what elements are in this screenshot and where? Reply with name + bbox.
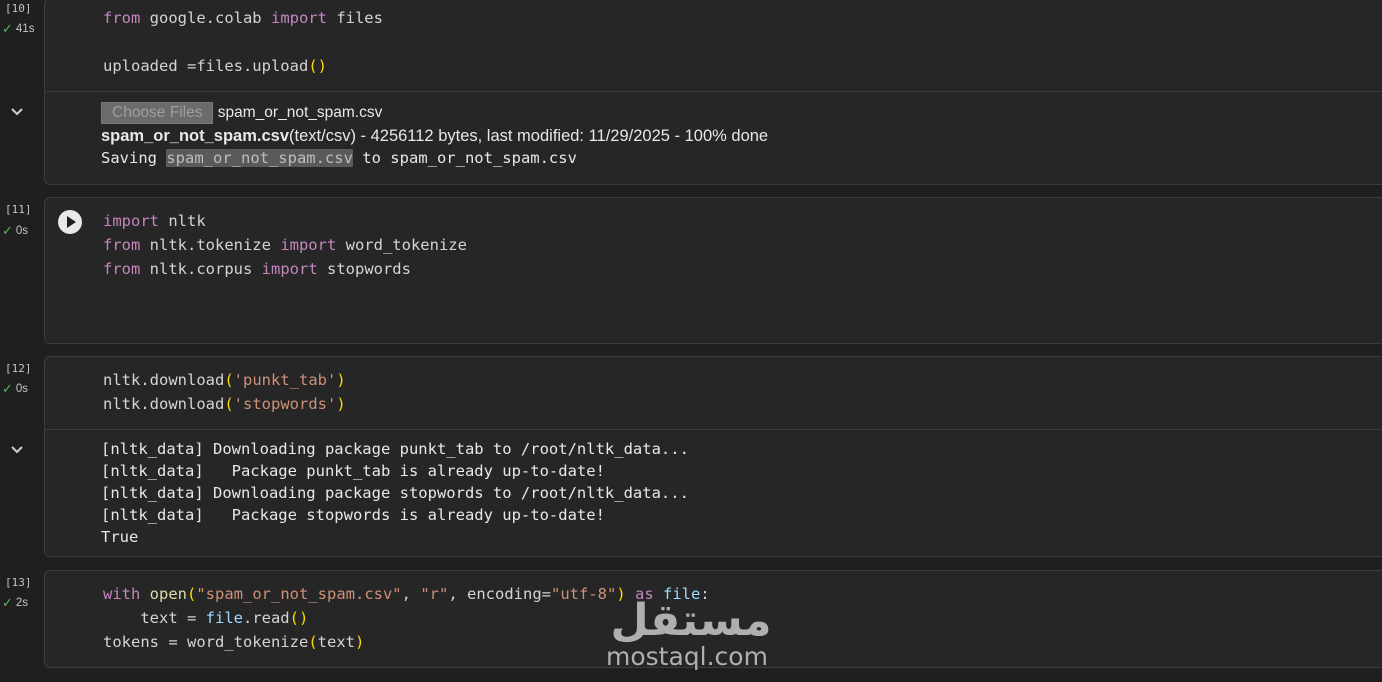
- watermark-arabic: مستقل: [610, 595, 772, 646]
- collapse-output-chevron-icon[interactable]: [9, 104, 25, 120]
- code-line[interactable]: uploaded =files.upload(): [103, 54, 327, 78]
- execution-time: 2s: [15, 597, 29, 609]
- execution-time: 0s: [15, 225, 29, 237]
- saving-line: Saving spam_or_not_spam.csv to spam_or_n…: [101, 149, 577, 167]
- execution-count: [11]: [5, 203, 32, 216]
- execution-status: ✓ 2s: [2, 595, 29, 610]
- watermark-logo: مستقل mostaql.com: [606, 595, 776, 672]
- file-chooser: Choose Files spam_or_not_spam.csv: [101, 102, 382, 124]
- check-icon: ✓: [2, 595, 13, 610]
- choose-files-button[interactable]: Choose Files: [101, 102, 214, 124]
- output-divider: [44, 429, 1382, 430]
- watermark-latin: mostaql.com: [606, 642, 768, 671]
- cell-10-gutter: [10] ✓ 41s: [0, 0, 44, 90]
- check-icon: ✓: [2, 21, 13, 36]
- upload-info: spam_or_not_spam.csv(text/csv) - 4256112…: [101, 127, 769, 145]
- execution-status: ✓ 41s: [2, 21, 35, 36]
- code-line[interactable]: import nltk: [103, 209, 206, 233]
- code-line[interactable]: nltk.download('stopwords'): [103, 392, 346, 416]
- code-line[interactable]: tokens = word_tokenize(text): [103, 630, 364, 654]
- code-line[interactable]: from nltk.tokenize import word_tokenize: [103, 233, 467, 257]
- check-icon: ✓: [2, 381, 13, 396]
- execution-status: ✓ 0s: [2, 223, 29, 238]
- execution-count: [12]: [5, 362, 32, 375]
- cell-12-gutter: [12] ✓ 0s: [0, 360, 44, 430]
- execution-status: ✓ 0s: [2, 381, 29, 396]
- execution-time: 0s: [15, 383, 29, 395]
- output-divider: [44, 91, 1382, 92]
- cell-13-gutter: [13] ✓ 2s: [0, 574, 44, 644]
- output-line: [nltk_data] Package stopwords is already…: [101, 506, 605, 524]
- chosen-file-name: spam_or_not_spam.csv: [217, 104, 383, 122]
- execution-time: 41s: [15, 23, 35, 35]
- code-line[interactable]: text = file.read(): [103, 606, 308, 630]
- output-line: [nltk_data] Downloading package stopword…: [101, 484, 689, 502]
- cell-11-gutter: [11] ✓ 0s: [0, 200, 44, 340]
- execution-count: [10]: [5, 2, 32, 15]
- code-line[interactable]: from google.colab import files: [103, 6, 383, 30]
- output-line: [nltk_data] Downloading package punkt_ta…: [101, 440, 689, 458]
- check-icon: ✓: [2, 223, 13, 238]
- code-line[interactable]: nltk.download('punkt_tab'): [103, 368, 346, 392]
- output-line: [nltk_data] Package punkt_tab is already…: [101, 462, 605, 480]
- saved-file-link[interactable]: spam_or_not_spam.csv: [166, 149, 353, 167]
- run-cell-button[interactable]: [58, 210, 82, 234]
- output-line: True: [101, 528, 139, 546]
- cell-output: [nltk_data] Downloading package punkt_ta…: [101, 438, 689, 548]
- uploaded-file-name: spam_or_not_spam.csv: [101, 127, 290, 145]
- collapse-output-chevron-icon[interactable]: [9, 442, 25, 458]
- execution-count: [13]: [5, 576, 32, 589]
- code-line[interactable]: from nltk.corpus import stopwords: [103, 257, 411, 281]
